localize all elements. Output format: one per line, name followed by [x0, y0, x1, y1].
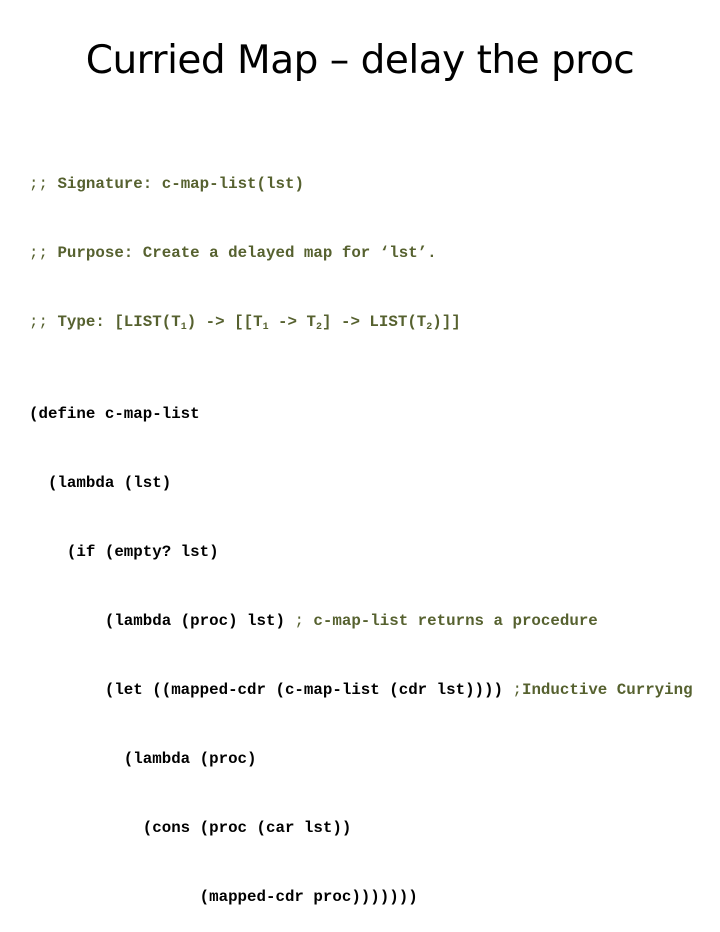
code-line: (lambda (proc) lst) ; c-map-list returns…: [104, 612, 598, 630]
code-line: (let ((mapped-cdr (c-map-list (cdr lst))…: [104, 681, 693, 699]
inline-comment-marker: ;: [512, 681, 522, 699]
comment-type: ;; Type: [LIST(T1) -> [[T1 -> T2] -> LIS…: [29, 311, 693, 334]
code-block: ;; Signature: c-map-list(lst) ;; Purpose…: [29, 127, 693, 932]
code-line: (lambda (proc): [123, 750, 257, 768]
code-line: (lambda (lst): [47, 474, 172, 492]
comment-marker: ;;: [29, 244, 58, 262]
signature-text: Signature: c-map-list(lst): [57, 175, 304, 193]
comment-signature: ;; Signature: c-map-list(lst): [29, 173, 693, 196]
purpose-text: Purpose: Create a delayed map for ‘lst’.: [57, 244, 437, 262]
code-line: (if (empty? lst): [66, 543, 219, 561]
inline-comment-marker: ;: [294, 612, 304, 630]
inline-comment: c-map-list returns a procedure: [303, 612, 598, 630]
type-text: Type: [LIST(T1) -> [[T1 -> T2] -> LIST(T…: [57, 313, 461, 333]
code-line: (cons (proc (car lst)): [142, 819, 352, 837]
inline-comment: Inductive Currying: [521, 681, 693, 699]
slide-title: Curried Map – delay the proc: [85, 38, 635, 83]
code-line: (mapped-cdr proc))))))): [199, 888, 418, 906]
comment-marker: ;;: [29, 175, 58, 193]
comment-purpose: ;; Purpose: Create a delayed map for ‘ls…: [29, 242, 693, 265]
code-line: (define c-map-list: [29, 405, 200, 423]
comment-marker: ;;: [29, 313, 58, 331]
